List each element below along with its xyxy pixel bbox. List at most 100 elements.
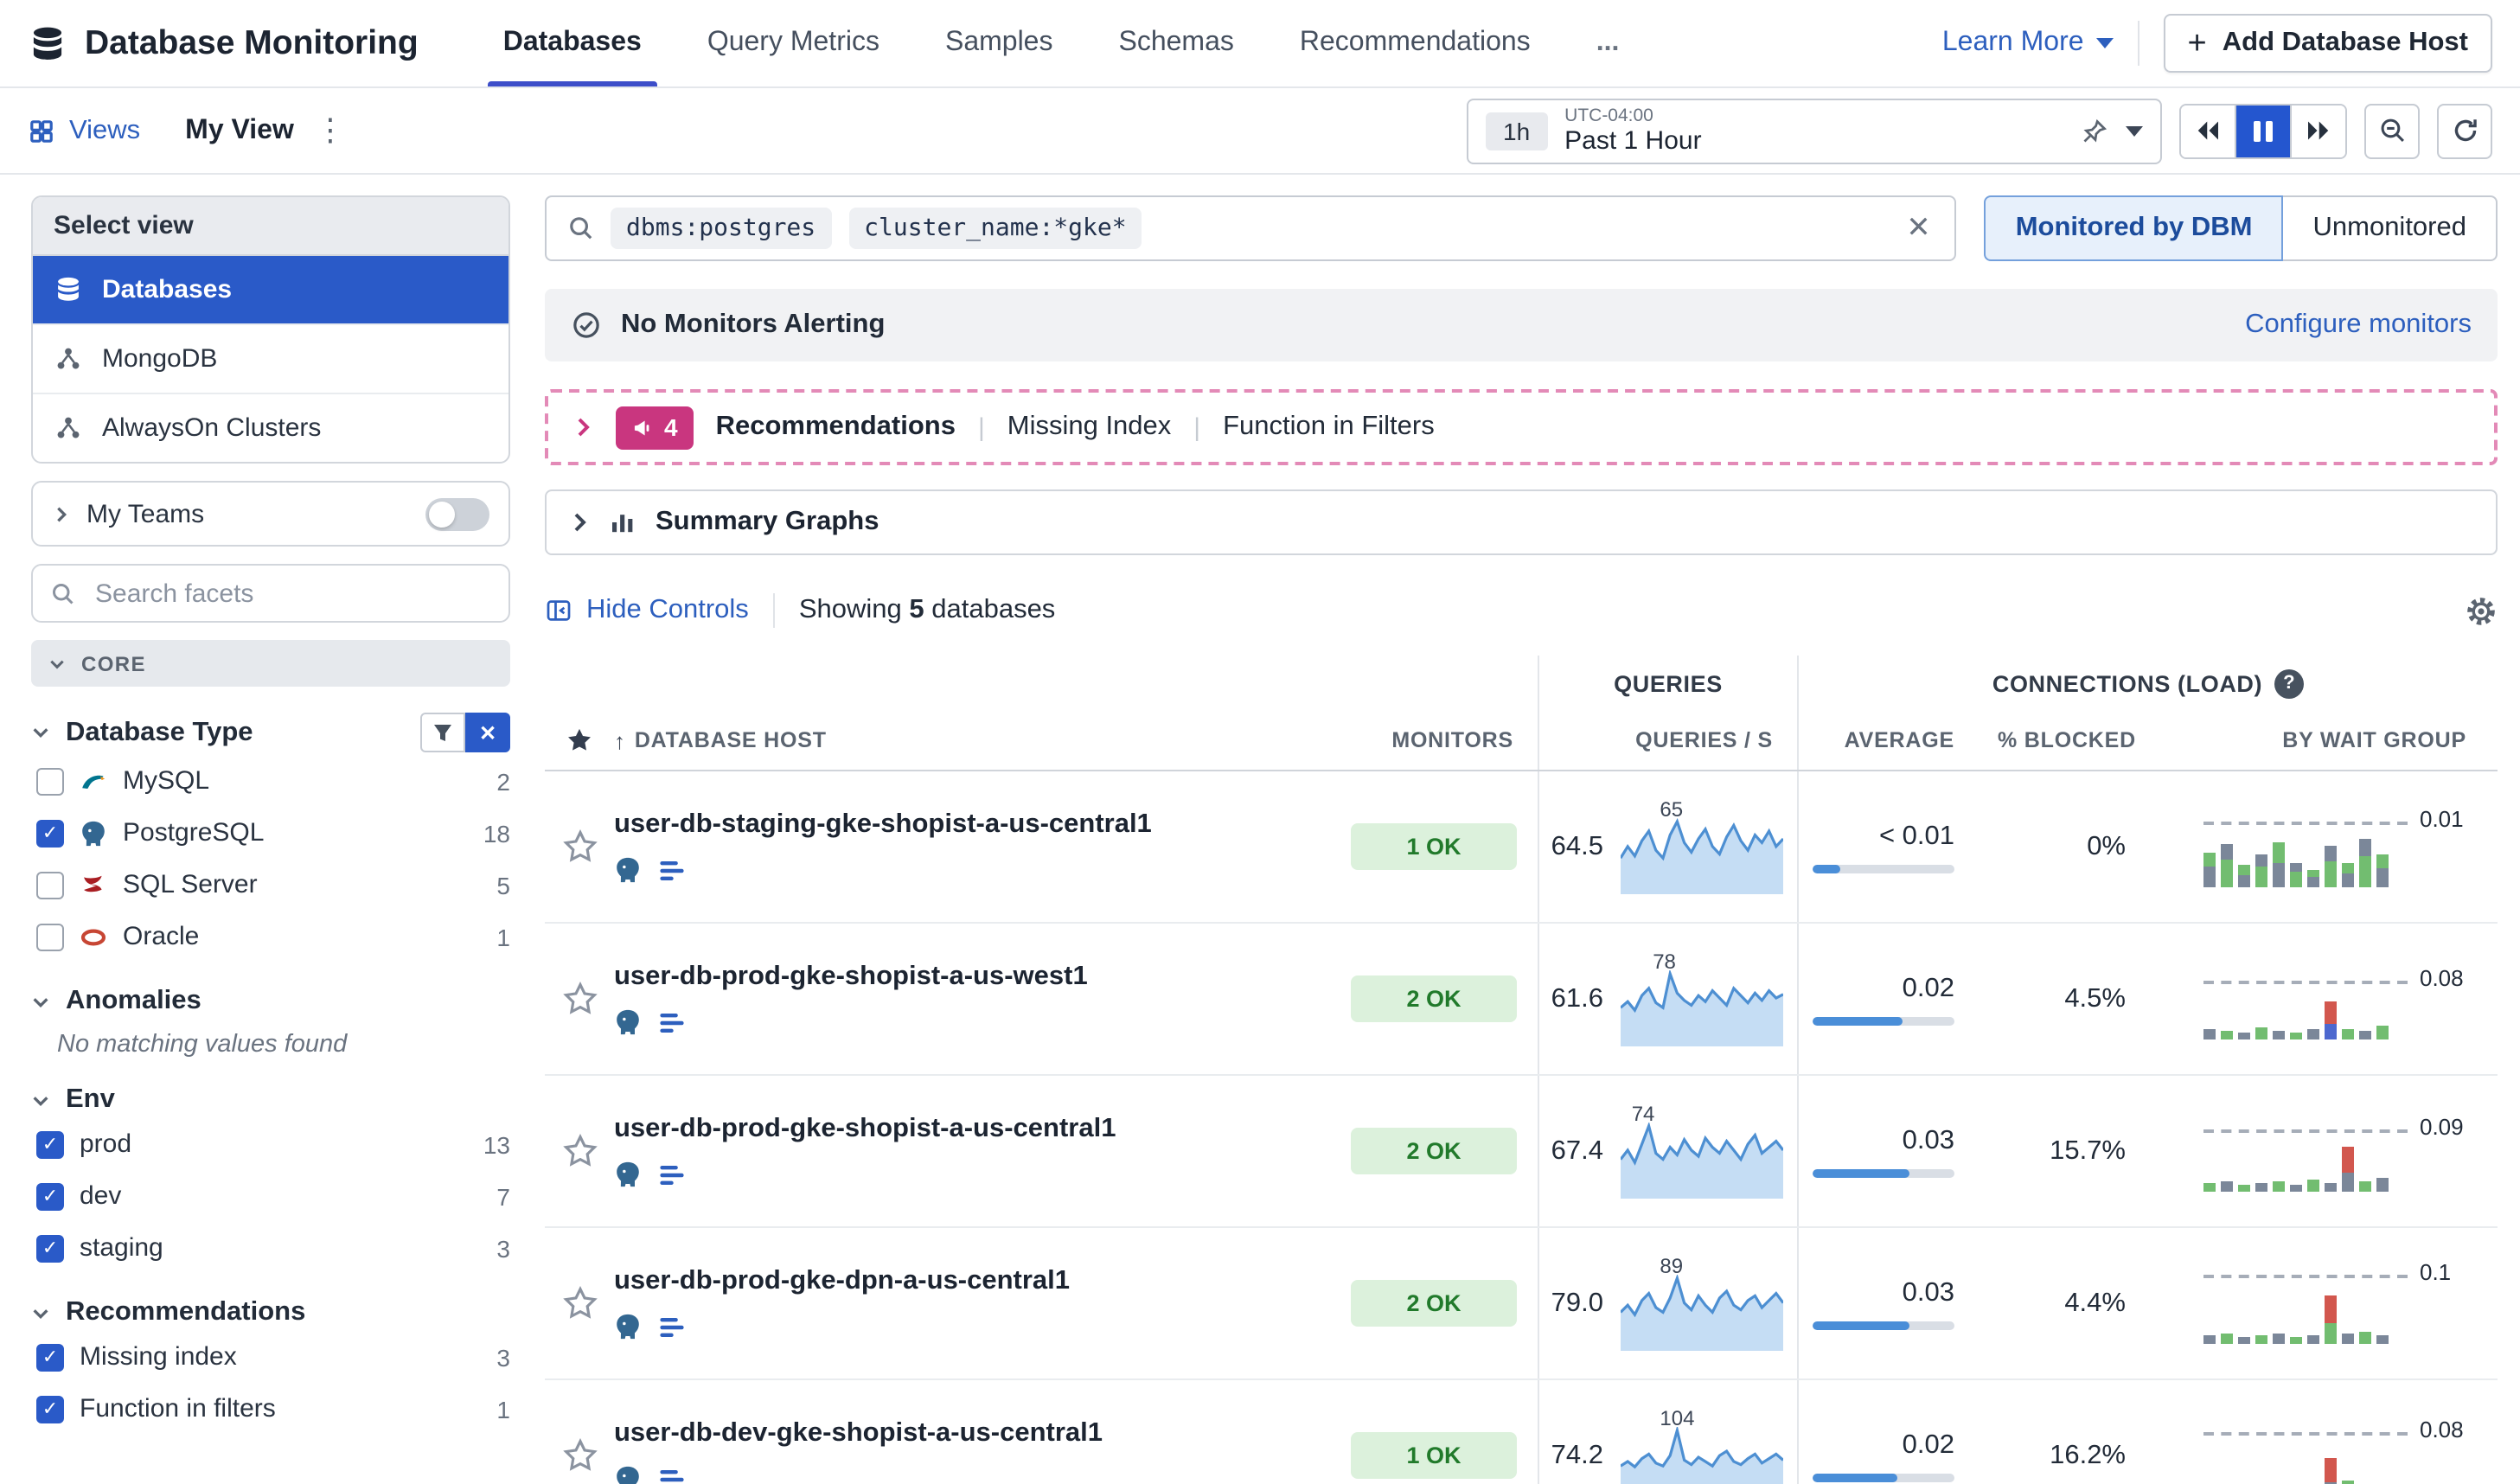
sidebar-item-mongodb[interactable]: MongoDB (33, 325, 508, 394)
facet-item-sql-server[interactable]: SQL Server5 (31, 861, 510, 908)
host-icons (614, 855, 687, 885)
monitor-status-badge[interactable]: 2 OK (1351, 975, 1517, 1022)
views-link[interactable]: Views (28, 115, 140, 146)
qps-column-header[interactable]: QUERIES / S (1538, 711, 1797, 770)
recommendation-item[interactable]: Missing Index (1007, 412, 1172, 443)
monitored-by-dbm-button[interactable]: Monitored by DBM (1985, 195, 2284, 261)
star-icon[interactable] (561, 1437, 598, 1474)
summary-graphs-row[interactable]: Summary Graphs (545, 489, 2498, 555)
filter-facet-button[interactable] (420, 713, 465, 752)
checkbox[interactable]: ✓ (36, 1234, 64, 1262)
facet-header-env[interactable]: Env (31, 1084, 510, 1116)
checkbox[interactable]: ✓ (36, 1395, 64, 1423)
host-link[interactable]: user-db-prod-gke-dpn-a-us-central1 (614, 1265, 1070, 1296)
host-link[interactable]: user-db-staging-gke-shopist-a-us-central… (614, 809, 1152, 840)
checkbox[interactable]: ✓ (36, 1343, 64, 1371)
star-icon[interactable] (561, 828, 598, 865)
host-link[interactable]: user-db-prod-gke-shopist-a-us-west1 (614, 961, 1088, 992)
tab-schemas[interactable]: Schemas (1085, 0, 1266, 86)
monitored-toggle: Monitored by DBM Unmonitored (1985, 195, 2498, 261)
tab-more[interactable]: ... (1564, 28, 1653, 59)
wait-bar-segment (2376, 1025, 2389, 1039)
add-database-host-button[interactable]: +Add Database Host (2164, 14, 2492, 73)
facet-search-input[interactable] (92, 577, 491, 610)
search-token[interactable]: dbms:postgres (611, 208, 831, 249)
postgresql-icon (614, 1465, 642, 1484)
sidebar-item-alwayson-clusters[interactable]: AlwaysOn Clusters (33, 394, 508, 462)
configure-monitors-link[interactable]: Configure monitors (2245, 310, 2472, 341)
clear-search-icon[interactable]: ✕ (1903, 211, 1935, 246)
table-row[interactable]: user-db-staging-gke-shopist-a-us-central… (545, 771, 2498, 924)
my-teams-row[interactable]: My Teams (31, 481, 510, 547)
tab-query-metrics[interactable]: Query Metrics (675, 0, 912, 86)
monitor-status-badge[interactable]: 2 OK (1351, 1280, 1517, 1327)
checkbox[interactable] (36, 871, 64, 899)
checkbox[interactable]: ✓ (36, 1130, 64, 1158)
facet-item-oracle[interactable]: Oracle1 (31, 913, 510, 960)
wait-group-column-header[interactable]: BY WAIT GROUP (2160, 711, 2498, 770)
facet-item-prod[interactable]: ✓prod13 (31, 1121, 510, 1167)
host-column-header[interactable]: ↑DATABASE HOST (614, 711, 1347, 770)
monitor-status-badge[interactable]: 1 OK (1351, 1432, 1517, 1479)
learn-more-link[interactable]: Learn More (1942, 28, 2114, 59)
blocked-column-header[interactable]: % BLOCKED (1979, 711, 2160, 770)
recommendations-count-badge[interactable]: 4 (616, 406, 694, 449)
recommendation-item[interactable]: Function in Filters (1223, 412, 1435, 443)
chevron-right-icon[interactable] (572, 417, 593, 438)
tab-samples[interactable]: Samples (912, 0, 1086, 86)
table-row[interactable]: user-db-prod-gke-dpn-a-us-central12 OK79… (545, 1228, 2498, 1380)
monitor-status-badge[interactable]: 1 OK (1351, 823, 1517, 870)
sidebar-item-databases[interactable]: Databases (33, 256, 508, 325)
current-view-name[interactable]: My View (185, 115, 294, 146)
facet-header-recommendations[interactable]: Recommendations (31, 1297, 510, 1328)
facet-item-missing-index[interactable]: ✓Missing index3 (31, 1334, 510, 1380)
tab-databases[interactable]: Databases (470, 0, 675, 86)
search-bar[interactable]: dbms:postgres cluster_name:*gke* ✕ (545, 195, 1957, 261)
checkbox[interactable]: ✓ (36, 1182, 64, 1210)
average-column-header[interactable]: AVERAGE (1797, 711, 1979, 770)
facet-item-mysql[interactable]: MySQL2 (31, 758, 510, 804)
rewind-button[interactable] (2181, 105, 2235, 157)
search-token[interactable]: cluster_name:*gke* (848, 208, 1142, 249)
pin-icon[interactable] (2081, 117, 2108, 144)
my-teams-toggle[interactable] (425, 497, 489, 530)
checkbox[interactable]: ✓ (36, 819, 64, 847)
checkbox[interactable] (36, 923, 64, 950)
star-column-header[interactable] (545, 711, 614, 770)
facet-count: 1 (496, 1395, 510, 1423)
chevron-down-icon[interactable] (2126, 125, 2143, 136)
monitors-column-header[interactable]: MONITORS (1347, 711, 1538, 770)
star-icon[interactable] (561, 1133, 598, 1169)
monitor-status-badge[interactable]: 2 OK (1351, 1128, 1517, 1174)
host-link[interactable]: user-db-prod-gke-shopist-a-us-central1 (614, 1113, 1116, 1144)
facet-item-postgresql[interactable]: ✓PostgreSQL18 (31, 809, 510, 856)
time-range-chip[interactable]: 1h (1486, 112, 1547, 150)
facet-header-database-type[interactable]: Database Type✕ (31, 713, 510, 752)
kebab-menu-icon[interactable]: ⋮ (315, 112, 346, 149)
host-link[interactable]: user-db-dev-gke-shopist-a-us-central1 (614, 1417, 1103, 1449)
wait-bar (2221, 1333, 2233, 1343)
star-icon[interactable] (561, 981, 598, 1017)
table-row[interactable]: user-db-prod-gke-shopist-a-us-west12 OK6… (545, 924, 2498, 1076)
clear-facet-button[interactable]: ✕ (465, 713, 510, 752)
time-range-picker[interactable]: 1h UTC-04:00 Past 1 Hour (1467, 98, 2162, 163)
table-row[interactable]: user-db-prod-gke-shopist-a-us-central1 2 … (545, 1076, 2498, 1228)
pause-button[interactable] (2235, 105, 2290, 157)
core-section-header[interactable]: CORE (31, 640, 510, 687)
checkbox[interactable] (36, 767, 64, 795)
refresh-button[interactable] (2437, 103, 2492, 158)
help-icon[interactable]: ? (2274, 668, 2304, 698)
fast-forward-button[interactable] (2290, 105, 2345, 157)
hide-controls-link[interactable]: Hide Controls (545, 595, 749, 626)
facet-item-staging[interactable]: ✓staging3 (31, 1225, 510, 1271)
facet-header-anomalies[interactable]: Anomalies (31, 986, 510, 1017)
facet-item-function-in-filters[interactable]: ✓Function in filters1 (31, 1385, 510, 1432)
zoom-out-button[interactable] (2364, 103, 2420, 158)
tab-recommendations[interactable]: Recommendations (1267, 0, 1564, 86)
unmonitored-button[interactable]: Unmonitored (2284, 195, 2498, 261)
average-bar-fill (1813, 1473, 1897, 1481)
star-icon[interactable] (561, 1285, 598, 1321)
gear-icon[interactable] (2465, 594, 2498, 627)
table-row[interactable]: user-db-dev-gke-shopist-a-us-central1 1 O… (545, 1380, 2498, 1484)
facet-item-dev[interactable]: ✓dev7 (31, 1173, 510, 1219)
